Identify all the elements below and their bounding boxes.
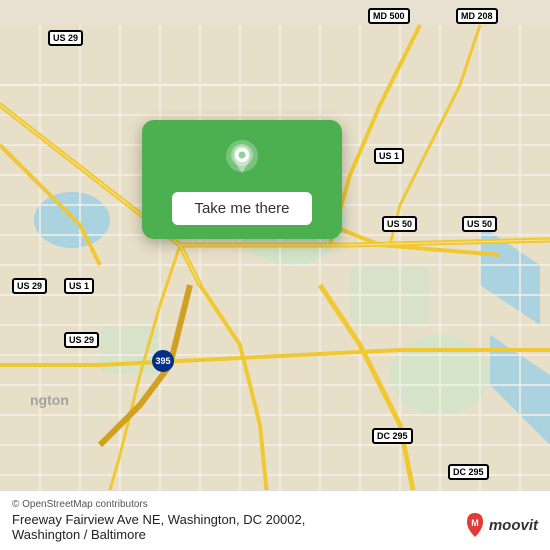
address-line: Freeway Fairview Ave NE, Washington, DC …: [12, 512, 538, 527]
map-container: ngton Take me there US 29 MD 500 MD 208 …: [0, 0, 550, 550]
road-badge-i395: 395: [152, 350, 174, 372]
road-badge-us1-mid: US 1: [64, 278, 94, 294]
region-line: Washington / Baltimore: [12, 527, 538, 542]
road-badge-us50b: US 50: [462, 216, 497, 232]
road-badge-dc295: DC 295: [372, 428, 413, 444]
moovit-brand-text: moovit: [489, 517, 538, 534]
road-badge-md208: MD 208: [456, 8, 498, 24]
svg-text:ngton: ngton: [30, 392, 69, 408]
road-badge-us1-top: US 1: [374, 148, 404, 164]
info-bar: © OpenStreetMap contributors Freeway Fai…: [0, 490, 550, 550]
road-badge-us29-top: US 29: [48, 30, 83, 46]
location-card: Take me there: [142, 120, 342, 239]
osm-credit: © OpenStreetMap contributors: [12, 499, 538, 510]
moovit-logo: M moovit: [464, 512, 538, 538]
road-badge-us29-bot: US 29: [64, 332, 99, 348]
road-badge-us29-mid: US 29: [12, 278, 47, 294]
moovit-pin-icon: M: [464, 512, 486, 538]
road-badge-md500: MD 500: [368, 8, 410, 24]
location-pin-icon: [220, 138, 264, 182]
road-badge-us50: US 50: [382, 216, 417, 232]
take-me-there-button[interactable]: Take me there: [172, 192, 311, 225]
road-badge-dc295b: DC 295: [448, 464, 489, 480]
svg-text:M: M: [471, 518, 479, 528]
